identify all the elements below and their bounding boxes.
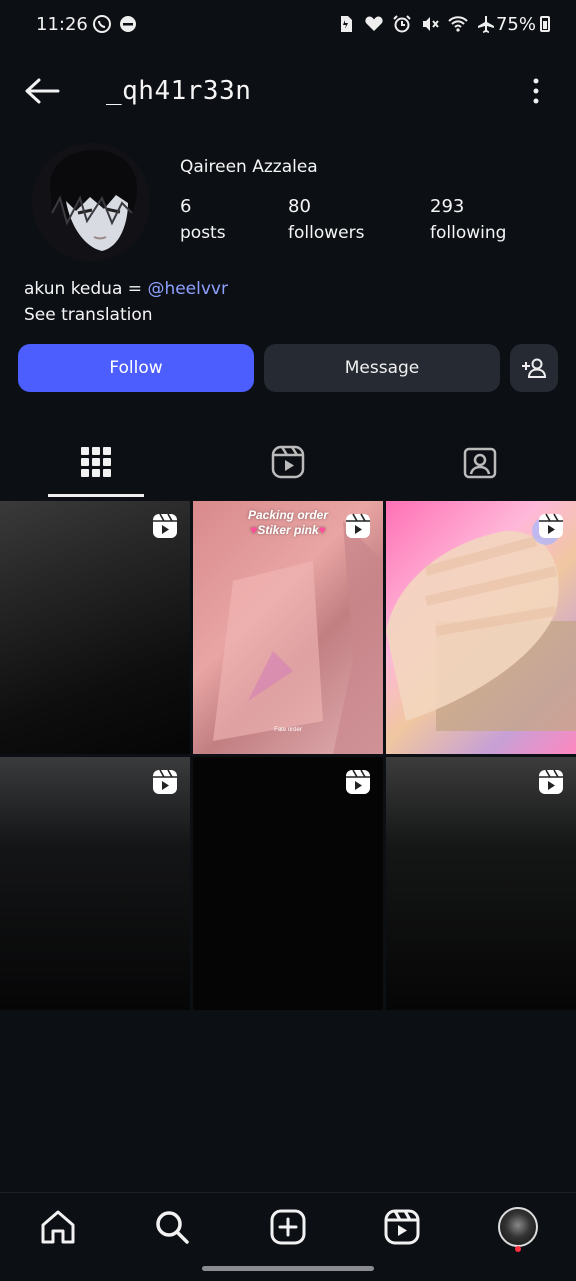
stat-posts-label: posts [180,223,226,243]
post-tile[interactable] [386,757,576,1010]
stat-followers[interactable]: 80 followers [288,196,364,243]
reel-badge-icon [539,513,563,538]
alarm-icon [393,15,411,33]
home-icon[interactable] [38,1207,78,1247]
profile-avatar-tab[interactable] [498,1207,538,1247]
suggest-users-button[interactable] [510,344,558,392]
battery-icon [540,16,550,32]
heart-icon [365,16,383,31]
post-tile[interactable] [386,501,576,754]
reel-badge-icon [346,513,370,538]
tagged-icon [463,447,497,479]
follow-button[interactable]: Follow [18,344,254,392]
post-tile[interactable] [0,501,190,754]
create-icon[interactable] [268,1207,308,1247]
avatar-illustration [32,143,150,261]
bio-mention-link[interactable]: @heelvvr [147,279,228,299]
mute-icon [423,17,439,31]
back-arrow-icon[interactable] [22,74,62,108]
profile-bio: akun kedua = @heelvvr See translation [24,276,228,328]
post-tile[interactable] [0,757,190,1010]
username-title: _qh41r33n [106,76,252,106]
stat-following-label: following [430,223,507,243]
stat-followers-label: followers [288,223,365,243]
active-tab-indicator [48,494,144,497]
search-icon[interactable] [152,1207,192,1247]
tab-posts[interactable] [0,440,192,498]
profile-tabs [0,440,576,498]
dnd-icon [120,16,136,32]
sim-icon [341,16,352,32]
reel-badge-icon [153,769,177,794]
stat-following[interactable]: 293 following [430,196,506,243]
reels-icon [271,445,305,479]
post-overlay-caption: Fate order [274,727,302,733]
stat-following-count: 293 [430,196,465,217]
post-tile[interactable]: Packing order ♥Stiker pink♥ Fate order [193,501,383,754]
airplane-icon [478,16,494,33]
bio-line: akun kedua = @heelvvr [24,276,228,302]
stat-posts[interactable]: 6 posts [180,196,226,243]
see-translation-link[interactable]: See translation [24,302,228,328]
wifi-icon [448,16,468,32]
stat-posts-count: 6 [180,196,192,217]
profile-full-name: Qaireen Azzalea [180,157,318,177]
notification-dot [515,1246,521,1252]
more-options-icon[interactable] [526,74,546,108]
posts-grid-icon [81,447,111,477]
reel-badge-icon [539,769,563,794]
message-button[interactable]: Message [264,344,500,392]
post-tile[interactable] [193,757,383,1010]
reels-icon[interactable] [382,1207,422,1247]
status-bar: 11:26 75% [0,0,576,50]
reel-badge-icon [346,769,370,794]
reel-badge-icon [153,513,177,538]
bio-text: akun kedua = [24,279,148,299]
tab-tagged[interactable] [384,440,576,498]
tab-reels[interactable] [192,440,384,498]
gesture-home-bar[interactable] [202,1266,374,1271]
whatsapp-icon [93,15,111,33]
add-person-icon [522,358,547,378]
battery-level: 75% [495,14,536,35]
stat-followers-count: 80 [288,196,311,217]
status-time: 11:26 [36,14,88,35]
post-overlay-line2: Stiker pink [257,523,319,537]
profile-header: _qh41r33n [0,60,576,120]
profile-avatar[interactable] [32,143,150,261]
